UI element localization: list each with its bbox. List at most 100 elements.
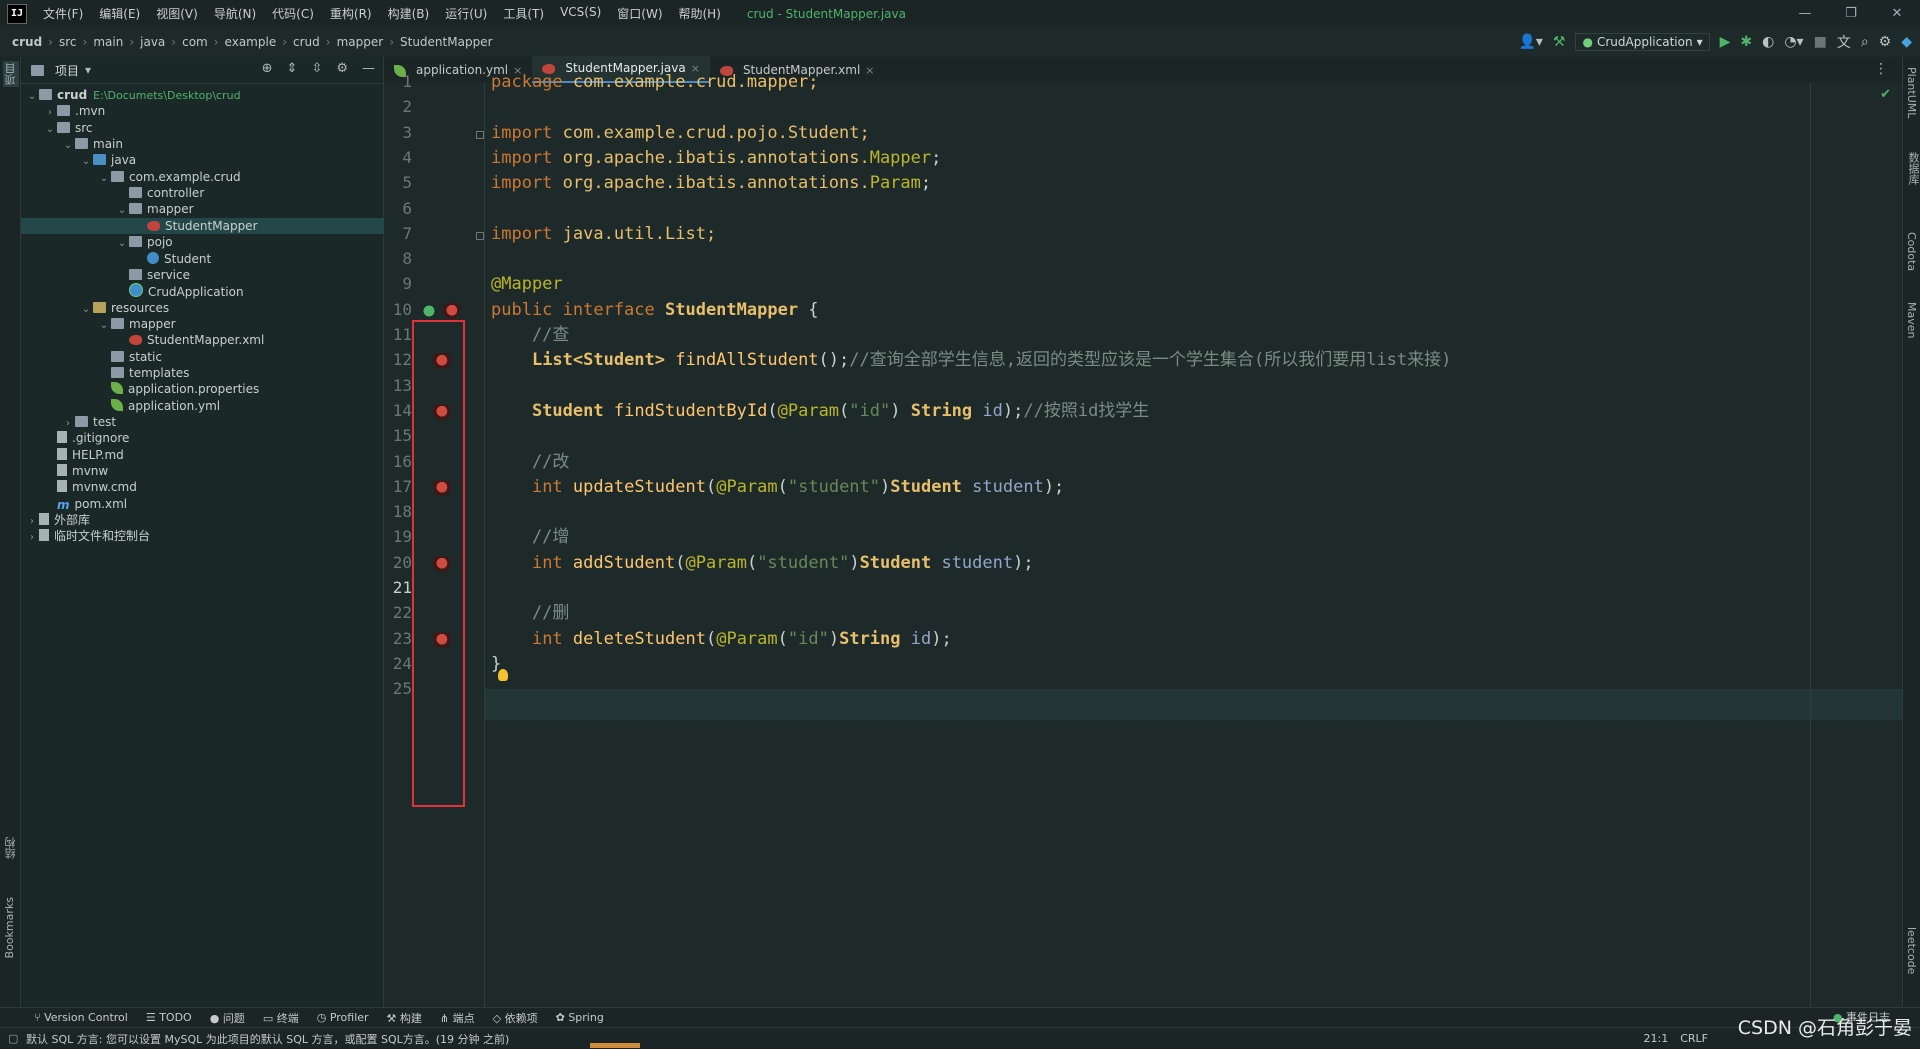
line-number[interactable]: 11 xyxy=(384,325,412,344)
line-number[interactable]: 8 xyxy=(384,249,412,268)
expand-all-icon[interactable]: ⇕ xyxy=(287,61,298,76)
bottom-tool-button[interactable]: ✿ Spring xyxy=(556,1011,604,1024)
bookmarks-tool-button[interactable]: Bookmarks xyxy=(3,897,16,958)
line-number[interactable]: 25 xyxy=(384,679,412,698)
close-icon[interactable]: × xyxy=(865,58,874,83)
line-number[interactable]: 14 xyxy=(384,401,412,420)
line-number[interactable]: 18 xyxy=(384,502,412,521)
code-editor[interactable]: ✔ package com.example.crud.mapper; import… xyxy=(484,72,1903,1007)
fold-marker-icon[interactable] xyxy=(476,130,484,139)
gear-icon[interactable]: ⚙ xyxy=(336,61,348,76)
project-tool-button[interactable]: 项目 xyxy=(3,61,19,87)
debug-icon[interactable]: ✱ xyxy=(1740,34,1752,50)
plugin-icon[interactable]: ◆ xyxy=(1901,34,1912,50)
line-number[interactable]: 19 xyxy=(384,527,412,546)
menu-item[interactable]: 重构(R) xyxy=(322,5,380,22)
build-hammer-icon[interactable]: ⚒ xyxy=(1553,34,1566,50)
breadcrumb-item[interactable]: mapper xyxy=(337,35,384,49)
line-number[interactable]: 7 xyxy=(384,224,412,243)
leetcode-tool-button[interactable]: leetcode xyxy=(1905,927,1918,974)
menu-item[interactable]: 运行(U) xyxy=(437,5,495,22)
line-number[interactable]: 24 xyxy=(384,654,412,673)
line-number[interactable]: 12 xyxy=(384,350,412,369)
menu-item[interactable]: 视图(V) xyxy=(148,5,206,22)
bottom-tool-button[interactable]: ▭ 终端 xyxy=(263,1010,299,1026)
menu-item[interactable]: 导航(N) xyxy=(206,5,264,22)
bottom-tool-button[interactable]: ● 问题 xyxy=(210,1010,245,1026)
plantuml-tool-button[interactable]: PlantUML xyxy=(1905,67,1918,118)
breadcrumb-item[interactable]: example xyxy=(225,35,277,49)
menu-item[interactable]: 文件(F) xyxy=(35,5,91,22)
menu-item[interactable]: 窗口(W) xyxy=(609,5,670,22)
breadcrumb-item[interactable]: src xyxy=(59,35,77,49)
bottom-tool-button[interactable]: ⋔ 端点 xyxy=(440,1010,475,1026)
tree-item[interactable]: › test xyxy=(21,414,423,430)
tree-item[interactable]: mvnw xyxy=(21,463,405,479)
user-icon[interactable]: 👤▾ xyxy=(1518,34,1542,50)
menu-item[interactable]: 构建(B) xyxy=(380,5,438,22)
line-number[interactable]: 1 xyxy=(384,72,412,91)
mybatis-navigate-icon[interactable] xyxy=(442,302,460,319)
line-number[interactable]: 13 xyxy=(384,376,412,395)
caret-position[interactable]: 21:1 xyxy=(1644,1032,1669,1045)
interface-implementation-icon[interactable] xyxy=(420,302,438,319)
collapse-all-icon[interactable]: ⇳ xyxy=(311,61,322,76)
breadcrumb-item[interactable]: main xyxy=(93,35,123,49)
line-number[interactable]: 5 xyxy=(384,173,412,192)
status-message[interactable]: 默认 SQL 方言: 您可以设置 MySQL 为此项目的默认 SQL 方言，或配… xyxy=(26,1031,509,1047)
maximize-button[interactable]: ❐ xyxy=(1828,0,1874,27)
hide-icon[interactable]: — xyxy=(362,61,375,76)
menu-item[interactable]: 工具(T) xyxy=(495,5,552,22)
breadcrumb-item[interactable]: StudentMapper xyxy=(400,35,493,49)
line-number[interactable]: 20 xyxy=(384,553,412,572)
run-icon[interactable]: ▶ xyxy=(1720,34,1731,50)
tree-item[interactable]: m pom.xml xyxy=(21,496,405,512)
tree-item[interactable]: ⌄ main xyxy=(21,136,423,152)
menu-item[interactable]: 编辑(E) xyxy=(91,5,148,22)
tree-item[interactable]: .gitignore xyxy=(21,430,405,446)
bottom-tool-button[interactable]: ☰ TODO xyxy=(146,1011,192,1024)
chevron-down-icon[interactable]: ▾ xyxy=(85,63,91,77)
coverage-icon[interactable]: ◐ xyxy=(1762,34,1774,50)
bottom-tool-button[interactable]: ⑂ Version Control xyxy=(34,1011,128,1024)
chevron-right-icon[interactable]: › xyxy=(25,530,39,546)
line-number[interactable]: 21 xyxy=(384,578,412,597)
database-tool-button[interactable]: 数据库 xyxy=(1905,152,1920,185)
breadcrumb-item[interactable]: crud xyxy=(12,35,42,49)
intellij-logo-icon[interactable]: IJ xyxy=(7,3,27,24)
structure-tool-button[interactable]: 结构 xyxy=(3,837,19,859)
more-tabs-icon[interactable]: ⋮ xyxy=(1874,61,1888,77)
breadcrumb-item[interactable]: crud xyxy=(293,35,320,49)
tree-item[interactable]: ⌄ java xyxy=(21,152,441,168)
menu-item[interactable]: VCS(S) xyxy=(552,5,609,22)
close-button[interactable]: ✕ xyxy=(1874,0,1920,27)
tree-item[interactable]: › 临时文件和控制台 xyxy=(21,528,387,544)
tree-item[interactable]: ⌄ crud E:\Documets\Desktop\crud xyxy=(21,87,387,103)
line-number[interactable]: 16 xyxy=(384,452,412,471)
line-number[interactable]: 15 xyxy=(384,426,412,445)
translate-icon[interactable]: 文 xyxy=(1837,32,1851,52)
tree-item[interactable]: › .mvn xyxy=(21,103,405,119)
gear-icon[interactable]: ⚙ xyxy=(1879,34,1892,50)
search-icon[interactable]: ⌕ xyxy=(1861,34,1869,50)
menu-item[interactable]: 代码(C) xyxy=(264,5,322,22)
inspection-ok-icon[interactable]: ✔ xyxy=(1880,87,1891,102)
line-number[interactable]: 2 xyxy=(384,97,412,116)
maven-tool-button[interactable]: Maven xyxy=(1905,302,1918,338)
line-number[interactable]: 6 xyxy=(384,199,412,218)
breadcrumb-item[interactable]: java xyxy=(140,35,165,49)
project-title[interactable]: 项目 xyxy=(55,62,79,79)
bottom-tool-button[interactable]: ⚒ 构建 xyxy=(387,1010,422,1026)
tree-item[interactable]: › 外部库 xyxy=(21,512,387,528)
line-number[interactable]: 4 xyxy=(384,148,412,167)
minimize-button[interactable]: — xyxy=(1782,0,1828,27)
fold-marker-icon[interactable] xyxy=(476,231,484,240)
line-number[interactable]: 23 xyxy=(384,629,412,648)
bottom-tool-button[interactable]: ◇ 依赖项 xyxy=(493,1010,538,1026)
locate-icon[interactable]: ⊕ xyxy=(262,61,273,76)
line-number[interactable]: 9 xyxy=(384,274,412,293)
breadcrumb-item[interactable]: com xyxy=(182,35,208,49)
profile-icon[interactable]: ◔▾ xyxy=(1784,34,1803,50)
line-number[interactable]: 22 xyxy=(384,603,412,622)
stop-icon[interactable]: ■ xyxy=(1814,34,1827,50)
